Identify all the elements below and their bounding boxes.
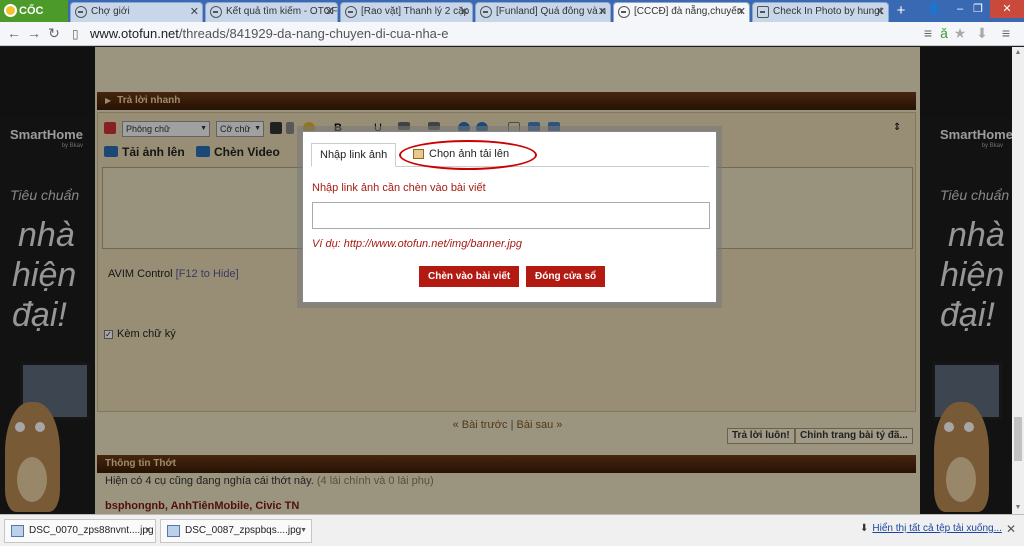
address-toolbar: ← → ↻ ▯ www.otofun.net/threads/841929-da… [0,22,1024,46]
scroll-down-icon[interactable]: ▼ [1012,502,1024,514]
forward-icon[interactable]: → [26,25,42,41]
chevron-down-icon[interactable]: ▼ [144,520,151,542]
tab-label: Kết quả tìm kiếm - OTOF [226,6,338,17]
tab-close-icon[interactable]: ✕ [190,3,199,21]
insert-into-post-button[interactable]: Chèn vào bài viết [419,266,520,287]
tab-funland[interactable]: [Funland] Quá đông và n ✕ [475,2,611,22]
menu-icon[interactable]: ≡ [920,25,936,41]
tab-close-icon[interactable]: ✕ [460,3,469,21]
page-scrollbar[interactable]: ▲ ▼ [1012,47,1024,514]
tab-close-icon[interactable]: ✕ [598,3,607,21]
image-file-icon [11,525,24,537]
otofun-favicon-icon [618,6,630,18]
insert-image-dialog: Nhập link ảnh Chọn ảnh tải lên Nhập link… [302,131,717,303]
download-bar-close-icon[interactable]: ✕ [1006,522,1016,536]
bookmark-star-icon[interactable]: ★ [952,25,968,41]
image-link-input[interactable] [312,202,710,229]
tab-close-icon[interactable]: ✕ [325,3,334,21]
coccoc-brand-button[interactable]: CỐC CỐC [0,0,68,39]
tab-cho-gioi[interactable]: Chợ giới ✕ [70,2,203,22]
download-item[interactable]: DSC_0070_zps88nvnt....jpg ▼ [4,519,156,543]
red-highlight-ellipse [399,140,537,170]
address-bar[interactable]: ▯ www.otofun.net/threads/841929-da-nang-… [70,24,910,44]
tab-check-in-photo[interactable]: Check In Photo by hungt ✕ [752,2,889,22]
url-path: /threads/841929-da-nang-chuyen-di-cua-nh… [178,26,449,41]
otofun-favicon-icon [480,6,492,18]
download-filename: DSC_0070_zps88nvnt....jpg [29,525,154,536]
tab-close-icon[interactable]: ✕ [737,3,746,21]
show-all-downloads-link[interactable]: ⬇ Hiển thị tất cả tệp tải xuống... [860,523,1002,534]
user-profile-icon[interactable]: 👤 [922,0,946,18]
browser-tab-strip: CỐC CỐC Chợ giới ✕ Kết quả tìm kiếm - OT… [0,0,1024,39]
tab-label: Check In Photo by hungt [773,6,883,17]
scrollbar-thumb[interactable] [1014,417,1022,461]
restore-icon[interactable]: ❐ [966,0,990,18]
download-icon[interactable]: ⬇ [974,25,990,41]
download-bar: DSC_0070_zps88nvnt....jpg ▼ DSC_0087_zps… [0,514,1024,546]
photo-favicon-icon [757,6,769,18]
tab-rao-vat[interactable]: [Rao vặt] Thanh lý 2 cặp ✕ [340,2,473,22]
close-dialog-button[interactable]: Đóng cửa sổ [526,266,606,287]
otofun-favicon-icon [75,6,87,18]
show-all-label: Hiển thị tất cả tệp tải xuống... [872,523,1002,534]
tab-label: [CCCĐ] đà nẵng,chuyến [634,6,743,17]
vietnamese-input-icon[interactable]: ǎ [936,25,952,41]
tab-cccd-active[interactable]: [CCCĐ] đà nẵng,chuyến ✕ [613,2,750,22]
coccoc-logo-icon [4,4,17,17]
reload-icon[interactable]: ↻ [46,25,62,41]
image-link-example: Ví dụ: http://www.otofun.net/img/banner.… [312,238,522,250]
chevron-down-icon[interactable]: ▼ [300,520,307,542]
download-item[interactable]: DSC_0087_zpspbqs....jpg ▼ [160,519,312,543]
new-tab-button[interactable]: + [891,3,911,20]
image-link-label: Nhập link ảnh cần chèn vào bài viết [312,182,486,194]
page-icon: ▯ [72,27,79,41]
tab-enter-image-link[interactable]: Nhập link ảnh [311,143,397,167]
back-icon[interactable]: ← [6,25,22,41]
tab-label: [Rao vặt] Thanh lý 2 cặp [361,6,470,17]
image-file-icon [167,525,180,537]
tab-label: Chợ giới [91,6,130,17]
window-close-icon[interactable]: ✕ [990,0,1024,18]
tab-label: [Funland] Quá đông và n [496,6,607,17]
download-filename: DSC_0087_zpspbqs....jpg [185,525,302,536]
download-arrow-icon: ⬇ [860,523,869,534]
otofun-favicon-icon [210,6,222,18]
scroll-up-icon[interactable]: ▲ [1012,47,1024,59]
tab-search-results[interactable]: Kết quả tìm kiếm - OTOF ✕ [205,2,338,22]
tab-close-icon[interactable]: ✕ [876,3,885,21]
settings-menu-icon[interactable]: ≡ [998,25,1014,41]
otofun-favicon-icon [345,6,357,18]
url-host: www.otofun.net [90,26,179,41]
